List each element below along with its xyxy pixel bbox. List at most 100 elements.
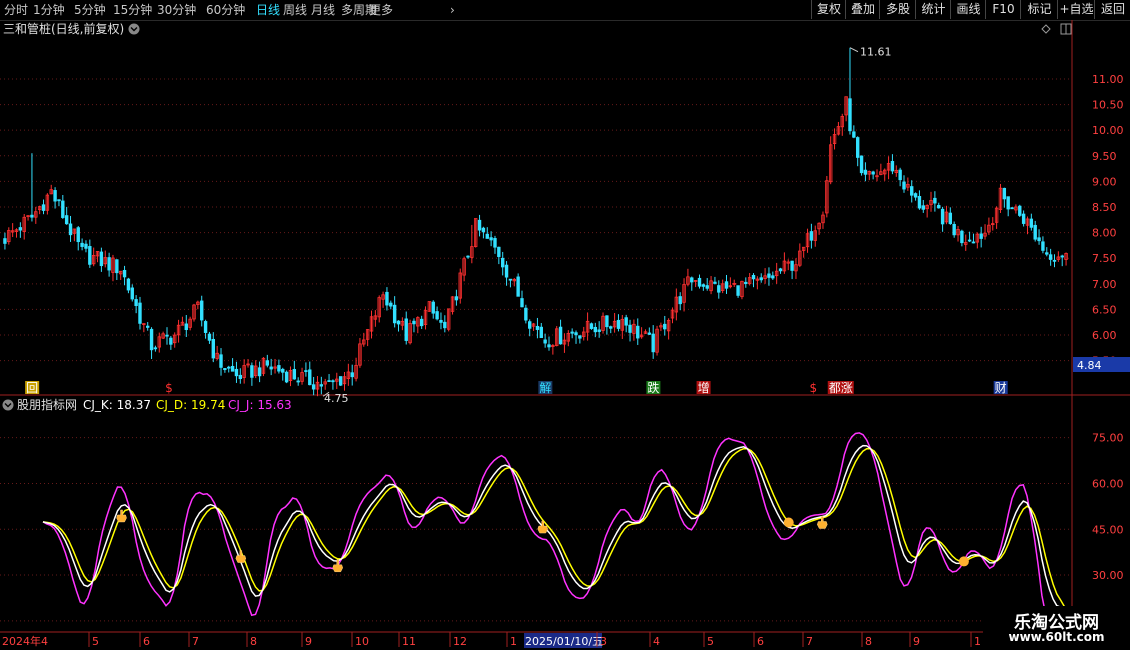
price-tick-label: 8.50 xyxy=(1092,201,1117,214)
candle xyxy=(759,273,763,283)
event-marker[interactable]: 都涨 xyxy=(827,380,854,395)
candle xyxy=(967,231,972,243)
panel-settings-icon[interactable] xyxy=(1041,23,1072,35)
candle xyxy=(53,187,57,209)
candle xyxy=(76,226,80,251)
toolbar-button-2[interactable]: 多股 xyxy=(879,0,916,19)
candle xyxy=(250,362,254,386)
candle xyxy=(728,277,733,289)
candle xyxy=(446,308,451,332)
candle xyxy=(686,268,690,287)
candle xyxy=(547,336,551,351)
candle xyxy=(377,295,381,323)
j-value-label: CJ_J: 15.63 xyxy=(228,398,292,412)
candle xyxy=(647,327,652,335)
price-tick-label: 11.00 xyxy=(1092,73,1124,86)
period-tab-10[interactable]: 更多 xyxy=(369,2,393,18)
candle xyxy=(88,239,92,268)
candle xyxy=(744,277,748,288)
candle xyxy=(41,199,46,215)
candle xyxy=(277,359,281,374)
candle xyxy=(142,323,146,333)
candle xyxy=(798,243,802,268)
candle xyxy=(574,330,578,344)
candle xyxy=(786,259,790,271)
indicator-dropdown-icon[interactable] xyxy=(2,399,14,411)
title-dropdown-icon[interactable] xyxy=(128,23,140,35)
period-tab-3[interactable]: 15分钟 xyxy=(113,2,152,18)
period-tab-5[interactable]: 60分钟 xyxy=(206,2,245,18)
event-markers: 回 $ 解 跌 增 $ 都涨 财 xyxy=(25,380,1008,395)
toolbar-button-1[interactable]: 叠加 xyxy=(845,0,880,19)
event-marker[interactable]: 增 xyxy=(696,381,711,395)
toolbar-button-3[interactable]: 统计 xyxy=(915,0,951,19)
k-value-label: CJ_K: 18.37 xyxy=(83,398,151,412)
period-tab-0[interactable]: 分时 xyxy=(4,2,28,18)
candle xyxy=(273,358,277,374)
candle xyxy=(655,325,659,356)
candle xyxy=(1041,236,1045,254)
event-marker[interactable]: 跌 xyxy=(646,380,661,395)
toolbar-button-8[interactable]: 返回 xyxy=(1094,0,1130,19)
event-marker[interactable]: 回 xyxy=(25,381,40,395)
event-marker[interactable]: 财 xyxy=(993,381,1008,395)
candle xyxy=(582,326,586,341)
candle xyxy=(470,224,474,264)
date-axis: 2024年4 5 6 7 8 9 10 11 12 1 2025/01/10/五3 4 5 6 7 8 9 1 xyxy=(2,632,981,648)
date-tick-label: 7 xyxy=(806,635,813,648)
event-marker[interactable]: 解 xyxy=(538,381,553,395)
candle xyxy=(1029,213,1034,231)
candle xyxy=(840,113,844,136)
toolbar-button-4[interactable]: 画线 xyxy=(950,0,986,19)
candle xyxy=(223,368,227,373)
period-tab-7[interactable]: 周线 xyxy=(283,2,307,18)
period-tab-1[interactable]: 1分钟 xyxy=(33,2,65,18)
candle xyxy=(1014,204,1018,214)
candle xyxy=(196,300,200,310)
candle xyxy=(971,233,976,244)
period-tab-6[interactable]: 日线 xyxy=(256,2,280,18)
candle xyxy=(146,322,150,331)
candle xyxy=(528,319,532,337)
candle xyxy=(906,177,910,191)
toolbar-button-0[interactable]: 复权 xyxy=(811,0,846,19)
candle xyxy=(292,360,297,380)
toolbar-button-5[interactable]: F10 xyxy=(985,0,1021,19)
candle xyxy=(49,184,53,195)
candle xyxy=(408,319,412,345)
candle xyxy=(365,329,370,347)
date-tick-label: 6 xyxy=(143,635,150,648)
toolbar-button-6[interactable]: 标记 xyxy=(1020,0,1058,19)
candle xyxy=(794,258,798,280)
toolbar-button-7[interactable]: +自选 xyxy=(1057,0,1095,19)
candle xyxy=(531,322,536,331)
candle xyxy=(1064,252,1068,266)
event-marker[interactable]: $ xyxy=(809,381,817,395)
candle xyxy=(886,156,891,180)
d-value-label: CJ_D: 19.74 xyxy=(156,398,225,412)
date-tick-label: 9 xyxy=(913,635,920,648)
candle xyxy=(107,252,111,277)
candle xyxy=(3,232,7,250)
date-tick-label: 10 xyxy=(355,635,369,648)
period-tab-2[interactable]: 5分钟 xyxy=(74,2,106,18)
more-arrow-icon[interactable]: › xyxy=(450,2,455,18)
indicator-tick-label: 45.00 xyxy=(1092,523,1124,536)
candle xyxy=(412,318,416,333)
grid xyxy=(0,78,1072,622)
candle xyxy=(211,332,215,363)
candle xyxy=(315,376,320,397)
date-tick-label: 2024年4 xyxy=(2,634,48,648)
price-tick-label: 9.00 xyxy=(1092,175,1117,188)
candle xyxy=(585,312,590,341)
candle xyxy=(747,272,752,286)
candle xyxy=(358,337,362,368)
candle xyxy=(894,165,898,177)
candle xyxy=(34,206,38,224)
chart-area[interactable]: 11.00 10.50 10.00 9.50 9.00 8.50 8.00 7.50 7.00 6… xyxy=(0,20,1130,650)
candle xyxy=(1060,254,1064,267)
candle xyxy=(1025,216,1030,235)
period-tab-4[interactable]: 30分钟 xyxy=(157,2,196,18)
event-marker[interactable]: $ xyxy=(165,381,173,395)
period-tab-8[interactable]: 月线 xyxy=(311,2,335,18)
